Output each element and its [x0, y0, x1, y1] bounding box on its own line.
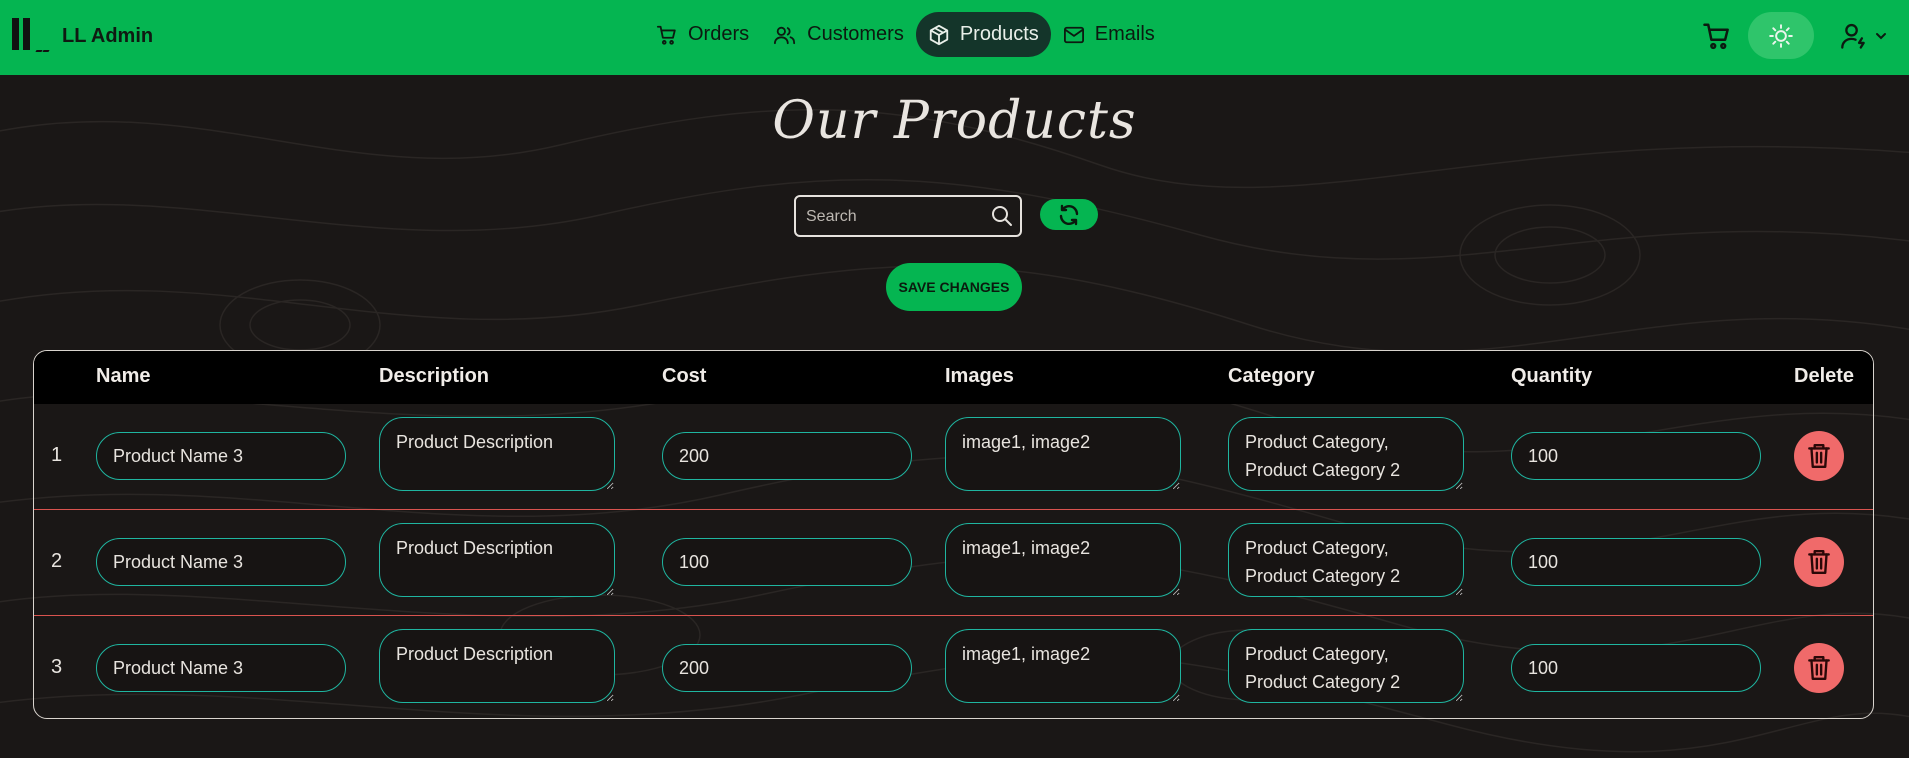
- column-header-category: Category: [1228, 365, 1315, 387]
- cart-icon: [1703, 23, 1729, 50]
- cart-icon: [656, 25, 676, 45]
- save-changes-button[interactable]: SAVE CHANGES: [886, 263, 1022, 311]
- row-number: 1: [51, 444, 63, 466]
- main-content: Our Products SAVE CHANGES Name Descripti…: [0, 75, 1909, 758]
- refresh-icon: [1059, 204, 1079, 225]
- page-title: Our Products: [772, 91, 1137, 151]
- refresh-button[interactable]: [1040, 199, 1098, 230]
- header-cart-button[interactable]: [1700, 18, 1734, 54]
- trash-icon: [1808, 550, 1830, 574]
- trash-icon: [1808, 444, 1830, 468]
- row-number: 3: [51, 656, 63, 678]
- delete-button[interactable]: [1794, 431, 1844, 481]
- nav-emails-label: Emails: [1094, 23, 1155, 45]
- trash-icon: [1808, 656, 1830, 680]
- product-images-input[interactable]: image1, image2: [945, 417, 1181, 491]
- product-quantity-input[interactable]: [1511, 538, 1761, 586]
- theme-toggle-button[interactable]: [1748, 12, 1814, 59]
- nav-products[interactable]: Products: [915, 12, 1051, 57]
- product-category-input[interactable]: Product Category, Product Category 2: [1228, 417, 1464, 491]
- table-header: Name Description Cost Images Category Qu…: [34, 351, 1873, 404]
- box-icon: [929, 24, 948, 45]
- column-header-delete: Delete: [1794, 365, 1855, 387]
- row-number: 2: [51, 550, 63, 572]
- column-header-name: Name: [96, 365, 151, 387]
- brand-logo-icon: [10, 18, 50, 54]
- product-quantity-input[interactable]: [1511, 644, 1761, 692]
- table-row: 2 Product Description image1, image2 Pro…: [34, 510, 1873, 615]
- nav-customers-label: Customers: [807, 23, 904, 45]
- delete-button[interactable]: [1794, 643, 1844, 693]
- main-nav: Orders Customers Products Emails: [644, 12, 1167, 57]
- product-cost-input[interactable]: [662, 644, 912, 692]
- search-icon[interactable]: [990, 204, 1014, 233]
- search-box: [794, 195, 1022, 237]
- column-header-cost: Cost: [662, 365, 707, 387]
- table-row: 1 Product Description image1, image2 Pro…: [34, 404, 1873, 509]
- product-category-input[interactable]: Product Category, Product Category 2: [1228, 629, 1464, 703]
- nav-customers[interactable]: Customers: [761, 12, 916, 57]
- product-images-input[interactable]: image1, image2: [945, 523, 1181, 597]
- product-description-input[interactable]: Product Description: [379, 523, 615, 597]
- brand-name: LL Admin: [62, 24, 154, 47]
- product-cost-input[interactable]: [662, 432, 912, 480]
- search-input[interactable]: [804, 205, 988, 229]
- products-table: Name Description Cost Images Category Qu…: [33, 350, 1874, 719]
- column-header-images: Images: [945, 365, 1014, 387]
- product-description-input[interactable]: Product Description: [379, 417, 615, 491]
- table-row: 3 Product Description image1, image2 Pro…: [34, 616, 1873, 718]
- nav-orders[interactable]: Orders: [644, 12, 761, 57]
- product-cost-input[interactable]: [662, 538, 912, 586]
- mail-icon: [1063, 26, 1084, 43]
- column-header-quantity: Quantity: [1511, 365, 1593, 387]
- column-header-description: Description: [379, 365, 490, 387]
- chevron-down-icon: [1876, 33, 1886, 40]
- nav-orders-label: Orders: [688, 23, 750, 45]
- top-navbar: LL Admin Orders Customers Products Email…: [0, 0, 1909, 75]
- brand[interactable]: LL Admin: [10, 18, 153, 54]
- sun-icon: [1769, 23, 1793, 48]
- nav-emails[interactable]: Emails: [1051, 12, 1167, 57]
- user-menu-button[interactable]: [1840, 18, 1892, 54]
- delete-button[interactable]: [1794, 537, 1844, 587]
- user-settings-icon: [1841, 23, 1865, 49]
- nav-products-label: Products: [959, 23, 1039, 45]
- product-name-input[interactable]: [96, 644, 346, 692]
- product-name-input[interactable]: [96, 538, 346, 586]
- product-quantity-input[interactable]: [1511, 432, 1761, 480]
- product-category-input[interactable]: Product Category, Product Category 2: [1228, 523, 1464, 597]
- product-images-input[interactable]: image1, image2: [945, 629, 1181, 703]
- users-icon: [774, 26, 796, 44]
- product-description-input[interactable]: Product Description: [379, 629, 615, 703]
- product-name-input[interactable]: [96, 432, 346, 480]
